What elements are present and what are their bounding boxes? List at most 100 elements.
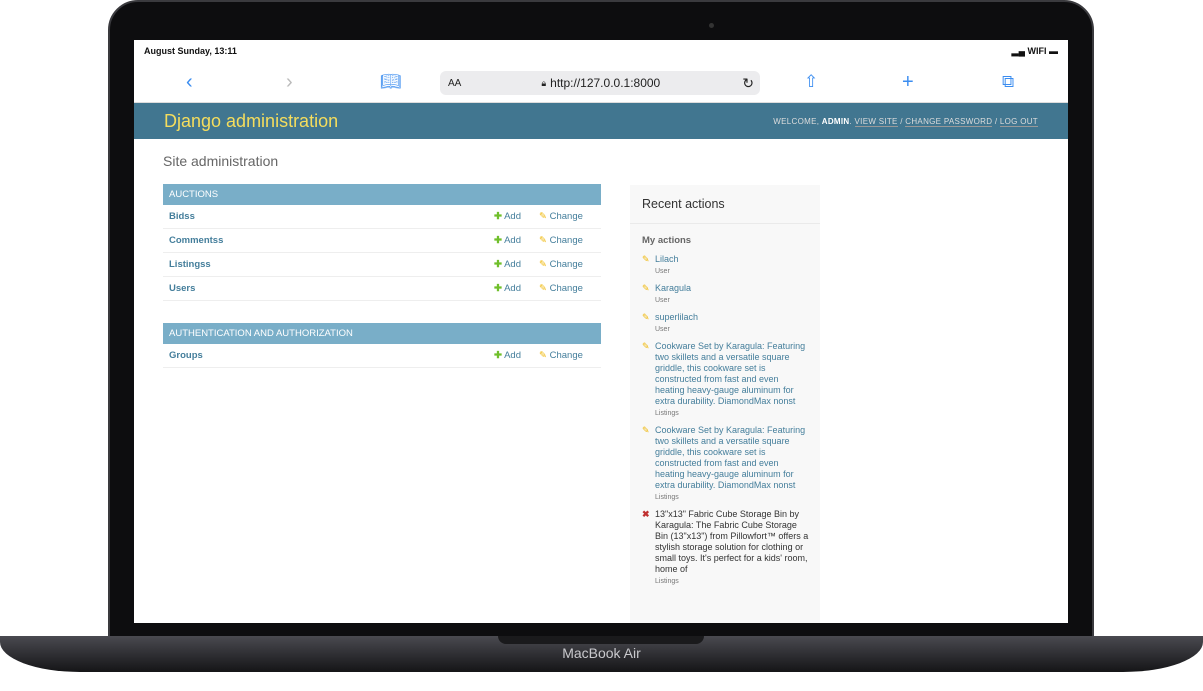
model-row: Commentss ✚ Add ✎ Change [163, 229, 601, 253]
module-caption[interactable]: AUTHENTICATION AND AUTHORIZATION [163, 323, 601, 344]
recent-action-model: User [655, 268, 670, 275]
module-caption[interactable]: AUCTIONS [163, 184, 601, 205]
text-size-button[interactable]: AA [448, 78, 461, 89]
recent-action-item: ✎ Cookware Set by Karagula: Featuring tw… [630, 341, 820, 425]
model-row: Listingss ✚ Add ✎ Change [163, 253, 601, 277]
add-label: Add [504, 235, 521, 246]
change-button[interactable]: ✎ Change [539, 259, 595, 270]
device-brand: MacBook Air [562, 645, 641, 661]
change-password-link[interactable]: CHANGE PASSWORD [905, 116, 993, 127]
model-row: Groups ✚ Add ✎ Change [163, 344, 601, 368]
recent-actions: Recent actions My actions ✎ Lilach User … [630, 185, 820, 623]
screen: August Sunday, 13:11 ▂▄ WIFI ▬ ‹ › 📖︎ AA… [134, 40, 1068, 623]
tabs-icon[interactable]: ⧉ [1002, 72, 1014, 92]
model-link[interactable]: Commentss [169, 235, 494, 246]
add-button[interactable]: ✚ Add [494, 211, 539, 222]
change-button[interactable]: ✎ Change [539, 211, 595, 222]
app-module: AUTHENTICATION AND AUTHORIZATION Groups ✚… [163, 323, 601, 368]
plus-icon: ✚ [494, 235, 502, 246]
change-label: Change [549, 211, 583, 222]
pencil-icon: ✎ [539, 350, 547, 361]
recent-action-link[interactable]: Cookware Set by Karagula: Featuring two … [655, 341, 805, 406]
laptop-notch [498, 636, 704, 644]
add-button[interactable]: ✚ Add [494, 235, 539, 246]
user-tools: WELCOME, ADMIN. VIEW SITE / CHANGE PASSW… [773, 116, 1038, 127]
pencil-icon: ✎ [539, 235, 547, 246]
add-button[interactable]: ✚ Add [494, 350, 539, 361]
lock-icon: 🔒︎ [541, 77, 547, 88]
change-button[interactable]: ✎ Change [539, 235, 595, 246]
battery-icon: ▬ [1049, 45, 1058, 56]
add-label: Add [504, 283, 521, 294]
recent-action-model: Listings [655, 494, 679, 501]
wifi-label: WIFI [1027, 45, 1047, 56]
back-icon[interactable]: ‹ [186, 72, 193, 92]
reload-icon[interactable]: ↻ [742, 75, 754, 92]
add-button[interactable]: ✚ Add [494, 259, 539, 270]
recent-action-item: ✎ superlilach User [630, 312, 820, 341]
content: Site administration AUCTIONS Bidss ✚ Add … [134, 139, 1068, 623]
recent-action-item: ✎ Cookware Set by Karagula: Featuring tw… [630, 425, 820, 509]
status-bar: August Sunday, 13:11 ▂▄ WIFI ▬ [134, 40, 1068, 62]
site-title[interactable]: Django administration [164, 111, 338, 132]
url-text[interactable]: http://127.0.0.1:8000 [550, 76, 660, 90]
username: ADMIN [821, 116, 850, 126]
signal-icon: ▂▄ [1011, 45, 1025, 56]
pencil-icon: ✎ [642, 341, 650, 351]
change-label: Change [549, 283, 583, 294]
my-actions-title: My actions [642, 235, 692, 246]
change-label: Change [549, 259, 583, 270]
recent-action-link[interactable]: Karagula [655, 283, 691, 293]
pencil-icon: ✎ [642, 283, 650, 293]
change-label: Change [549, 350, 583, 361]
forward-icon[interactable]: › [286, 72, 293, 92]
page-title: Site administration [163, 153, 279, 169]
pencil-icon: ✎ [642, 312, 650, 322]
recent-action-link[interactable]: Lilach [655, 254, 679, 264]
recent-action-item: ✎ Lilach User [630, 254, 820, 283]
recent-action-model: User [655, 326, 670, 333]
model-link[interactable]: Listingss [169, 259, 494, 270]
address-bar[interactable]: AA 🔒︎ http://127.0.0.1:8000 ↻ [440, 71, 760, 95]
plus-icon: ✚ [494, 211, 502, 222]
add-button[interactable]: ✚ Add [494, 283, 539, 294]
add-label: Add [504, 350, 521, 361]
recent-action-item: ✖ 13"x13" Fabric Cube Storage Bin by Kar… [630, 509, 820, 593]
model-row: Users ✚ Add ✎ Change [163, 277, 601, 301]
recent-action-model: Listings [655, 578, 679, 585]
welcome-text: WELCOME, [773, 116, 820, 126]
admin-header: Django administration WELCOME, ADMIN. VI… [134, 103, 1068, 139]
recent-action-link[interactable]: superlilach [655, 312, 698, 322]
share-icon[interactable]: ⇧ [804, 72, 818, 92]
change-button[interactable]: ✎ Change [539, 283, 595, 294]
log-out-link[interactable]: LOG OUT [999, 116, 1038, 127]
model-row: Bidss ✚ Add ✎ Change [163, 205, 601, 229]
view-site-link[interactable]: VIEW SITE [854, 116, 898, 127]
pencil-icon: ✎ [539, 259, 547, 270]
browser-toolbar: ‹ › 📖︎ AA 🔒︎ http://127.0.0.1:8000 ↻ ⇧ +… [134, 62, 1068, 103]
recent-action-link[interactable]: Cookware Set by Karagula: Featuring two … [655, 425, 805, 490]
change-button[interactable]: ✎ Change [539, 350, 595, 361]
camera [709, 23, 714, 28]
plus-icon: ✚ [494, 259, 502, 270]
datetime: August Sunday, 13:11 [144, 46, 237, 56]
change-label: Change [549, 235, 583, 246]
delete-icon: ✖ [642, 509, 650, 519]
model-link[interactable]: Users [169, 283, 494, 294]
recent-action-link: 13"x13" Fabric Cube Storage Bin by Karag… [655, 509, 809, 574]
recent-action-model: User [655, 297, 670, 304]
app-module: AUCTIONS Bidss ✚ Add ✎ Change Commentss ✚ … [163, 184, 601, 301]
recent-actions-title: Recent actions [630, 185, 820, 224]
model-link[interactable]: Groups [169, 350, 494, 361]
recent-action-item: ✎ Karagula User [630, 283, 820, 312]
status-icons: ▂▄ WIFI ▬ [1012, 46, 1058, 57]
add-label: Add [504, 211, 521, 222]
bookmarks-icon[interactable]: 📖︎ [380, 72, 402, 92]
add-label: Add [504, 259, 521, 270]
pencil-icon: ✎ [642, 254, 650, 264]
model-link[interactable]: Bidss [169, 211, 494, 222]
plus-icon: ✚ [494, 350, 502, 361]
new-tab-icon[interactable]: + [902, 72, 914, 92]
plus-icon: ✚ [494, 283, 502, 294]
pencil-icon: ✎ [539, 211, 547, 222]
